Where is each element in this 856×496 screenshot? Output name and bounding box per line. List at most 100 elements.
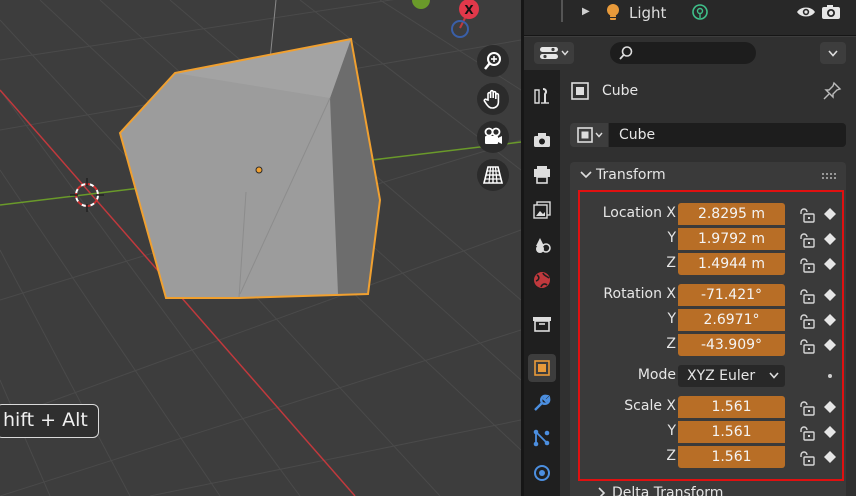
rotation-x-row: Rotation X -71.421° <box>570 284 846 306</box>
tab-physics[interactable] <box>528 459 556 487</box>
search-input[interactable] <box>610 42 756 64</box>
tab-scene[interactable] <box>528 231 556 259</box>
rotation-y-row: Y 2.6971° <box>570 309 846 331</box>
outliner[interactable]: ▶ Light <box>524 0 856 36</box>
tab-render[interactable] <box>528 126 556 154</box>
cube-object[interactable] <box>118 37 382 299</box>
tree-line <box>561 0 562 22</box>
tab-modifiers[interactable] <box>528 389 556 417</box>
gizmo-neg-z-ball[interactable] <box>451 20 469 38</box>
tab-view-layer[interactable] <box>528 196 556 224</box>
tab-collection[interactable] <box>528 310 556 338</box>
transform-panel-header[interactable]: Transform <box>570 162 846 192</box>
tab-particles[interactable] <box>528 424 556 452</box>
location-y-label: Y <box>667 230 676 246</box>
visibility-eye-icon[interactable] <box>796 4 816 24</box>
lock-icon[interactable] <box>798 450 816 470</box>
keyframe-diamond-icon[interactable] <box>824 339 836 355</box>
collection-box-icon <box>533 317 551 332</box>
transform-panel: Transform Location X 2.8295 m Y 1.9792 m… <box>570 162 846 496</box>
location-z-field[interactable]: 1.4944 m <box>678 253 785 275</box>
render-camera-icon[interactable] <box>821 4 841 24</box>
delta-transform-panel-header[interactable]: Delta Transform <box>570 484 846 496</box>
scale-y-field[interactable]: 1.561 <box>678 421 785 443</box>
rotation-y-field[interactable]: 2.6971° <box>678 309 785 331</box>
search-icon <box>619 46 633 60</box>
lock-icon[interactable] <box>798 425 816 445</box>
location-x-field[interactable]: 2.8295 m <box>678 203 785 225</box>
rotation-z-field[interactable]: -43.909° <box>678 334 785 356</box>
rotation-mode-row: Mode XYZ Euler <box>570 365 846 387</box>
pan-button[interactable] <box>477 83 509 115</box>
drag-grip-icon[interactable] <box>822 173 838 181</box>
chevron-down-icon <box>580 171 592 179</box>
lock-icon[interactable] <box>798 313 816 333</box>
rotation-x-field[interactable]: -71.421° <box>678 284 785 306</box>
location-x-row: Location X 2.8295 m <box>570 203 846 225</box>
lock-icon[interactable] <box>798 400 816 420</box>
keyframe-diamond-icon[interactable] <box>824 233 836 249</box>
rotation-x-label: Rotation X <box>603 286 676 302</box>
location-z-row: Z 1.4944 m <box>570 253 846 275</box>
scale-y-label: Y <box>667 423 676 439</box>
object-square-icon <box>576 127 593 143</box>
lock-icon[interactable] <box>798 338 816 358</box>
options-dropdown[interactable] <box>820 42 846 64</box>
keyframe-diamond-icon[interactable] <box>824 401 836 417</box>
object-name-field[interactable]: Cube <box>609 123 846 147</box>
chevron-down-icon <box>828 49 838 57</box>
world-globe-icon <box>534 272 550 288</box>
perspective-toggle-button[interactable] <box>477 159 509 191</box>
camera-view-button[interactable] <box>477 121 509 153</box>
lock-icon[interactable] <box>798 207 816 227</box>
location-y-field[interactable]: 1.9792 m <box>678 228 785 250</box>
keyframe-diamond-icon[interactable] <box>824 208 836 224</box>
keyframe-diamond-icon[interactable] <box>824 289 836 305</box>
render-icon <box>534 133 550 147</box>
decorator-dot-icon[interactable] <box>828 374 832 378</box>
scale-x-label: Scale X <box>624 398 676 414</box>
object-browse-dropdown[interactable] <box>570 123 608 147</box>
scale-y-row: Y 1.561 <box>570 421 846 443</box>
gizmo-y-axis-ball[interactable] <box>412 0 430 9</box>
tab-output[interactable] <box>528 161 556 189</box>
chevron-right-icon <box>598 487 606 496</box>
3d-viewport[interactable]: X hift + Alt <box>0 0 521 496</box>
editor-type-dropdown[interactable] <box>534 42 574 64</box>
object-name-row: Cube <box>570 123 846 147</box>
object-properties: Cube Cube Transform Location X 2.8295 m … <box>560 70 856 496</box>
keyframe-diamond-icon[interactable] <box>824 426 836 442</box>
lock-icon[interactable] <box>798 232 816 252</box>
keyframe-diamond-icon[interactable] <box>824 314 836 330</box>
particles-icon <box>533 429 550 447</box>
wrench-icon <box>534 394 551 411</box>
keyframe-diamond-icon[interactable] <box>824 258 836 274</box>
navigation-gizmo[interactable]: X <box>412 0 479 38</box>
gizmo-x-label: X <box>464 3 474 17</box>
tree-line <box>562 0 563 22</box>
keyframe-diamond-icon[interactable] <box>824 451 836 467</box>
hand-icon <box>483 89 500 109</box>
properties-header <box>524 37 856 70</box>
rotation-mode-label: Mode <box>637 367 676 383</box>
object-square-icon <box>571 82 589 100</box>
zoom-button[interactable] <box>477 45 509 77</box>
light-bulb-icon <box>604 3 622 27</box>
tab-tool[interactable] <box>528 82 556 110</box>
object-name-label: Cube <box>602 83 639 99</box>
printer-icon <box>534 166 550 184</box>
properties-tab-strip <box>524 70 560 496</box>
tab-object[interactable] <box>528 354 556 382</box>
rotation-mode-select[interactable]: XYZ Euler <box>678 365 785 387</box>
lock-icon[interactable] <box>798 257 816 277</box>
tab-world[interactable] <box>528 266 556 294</box>
location-x-label: Location X <box>602 205 676 221</box>
scale-z-field[interactable]: 1.561 <box>678 446 785 468</box>
lock-icon[interactable] <box>798 288 816 308</box>
expand-arrow-icon[interactable]: ▶ <box>582 6 590 17</box>
rotation-mode-value: XYZ Euler <box>687 368 756 384</box>
light-data-icon[interactable] <box>690 3 710 27</box>
scale-x-field[interactable]: 1.561 <box>678 396 785 418</box>
outliner-item-light-label[interactable]: Light <box>629 4 666 22</box>
pin-icon[interactable] <box>822 81 842 105</box>
